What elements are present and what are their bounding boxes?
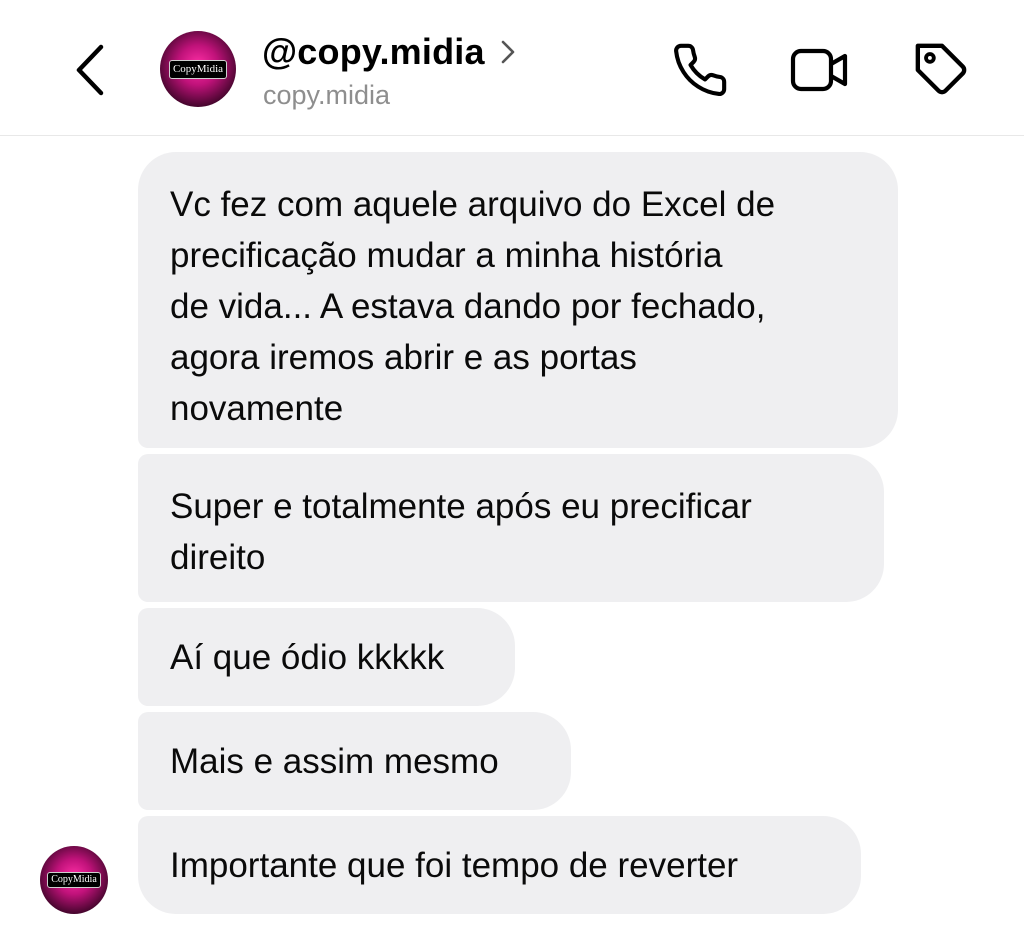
tag-button[interactable] xyxy=(910,40,974,100)
message-text-line: novamente xyxy=(170,389,344,428)
video-call-button[interactable] xyxy=(788,40,852,100)
message-text-line: Vc fez com aquele arquivo do Excel de xyxy=(170,185,776,224)
chat-header: CopyMidia @copy.midia copy.midia xyxy=(0,0,1024,136)
profile-avatar[interactable]: CopyMidia xyxy=(160,31,236,107)
message-text-line: Aí que ódio kkkkk xyxy=(170,638,445,677)
avatar-logo-text: CopyMidia xyxy=(47,872,101,888)
message-bubble[interactable]: Vc fez com aquele arquivo do Excel de pr… xyxy=(138,152,898,448)
avatar-logo-text: CopyMidia xyxy=(168,59,228,79)
message-text-line: direito xyxy=(170,538,266,577)
display-name: @copy.midia xyxy=(262,31,485,72)
chevron-right-icon xyxy=(501,40,515,64)
message-text-line: Importante que foi tempo de reverter xyxy=(170,846,739,885)
message-bubble[interactable]: Super e totalmente após eu precificar di… xyxy=(138,454,884,602)
message-text-line: de vida... A estava dando por fechado, xyxy=(170,287,766,326)
chevron-left-icon xyxy=(76,44,104,96)
message-text-line: precificação mudar a minha história xyxy=(170,236,723,275)
username: copy.midia xyxy=(263,80,391,110)
sender-avatar[interactable]: CopyMidia xyxy=(40,846,108,914)
message-text-line: agora iremos abrir e as portas xyxy=(170,338,637,377)
message-text-line: Mais e assim mesmo xyxy=(170,742,499,781)
video-camera-icon xyxy=(790,48,848,92)
message-text-line: Super e totalmente após eu precificar xyxy=(170,487,752,526)
message-bubble[interactable]: Importante que foi tempo de reverter xyxy=(138,816,861,914)
profile-name-link[interactable]: @copy.midia xyxy=(262,30,515,74)
phone-icon xyxy=(674,43,727,97)
back-button[interactable] xyxy=(64,40,116,100)
tag-icon xyxy=(915,43,967,95)
voice-call-button[interactable] xyxy=(668,40,732,100)
message-bubble[interactable]: Aí que ódio kkkkk xyxy=(138,608,515,706)
message-bubble[interactable]: Mais e assim mesmo xyxy=(138,712,571,810)
